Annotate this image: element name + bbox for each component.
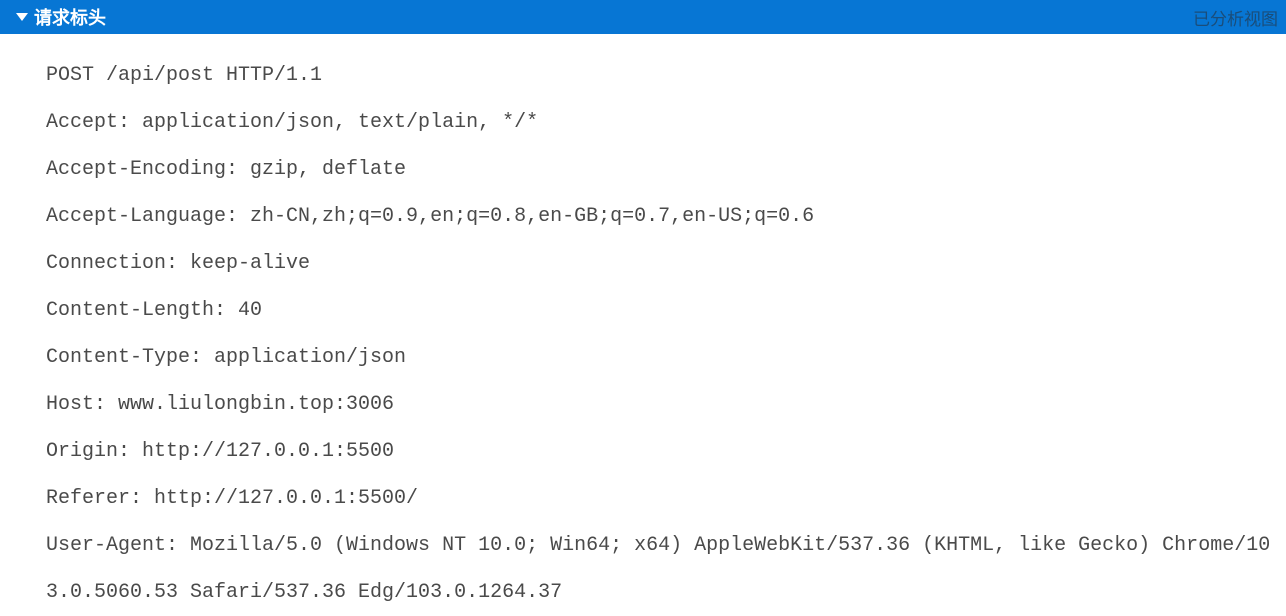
header-row: Host: www.liulongbin.top:3006 <box>46 381 1286 428</box>
section-header[interactable]: 请求标头 已分析视图 <box>0 0 1286 34</box>
header-left: 请求标头 <box>16 4 106 30</box>
collapse-icon[interactable] <box>16 13 28 21</box>
request-line: POST /api/post HTTP/1.1 <box>46 52 1286 99</box>
view-toggle-link[interactable]: 已分析视图 <box>1193 5 1278 30</box>
section-title: 请求标头 <box>34 4 106 30</box>
header-row: Accept-Language: zh-CN,zh;q=0.9,en;q=0.8… <box>46 193 1286 240</box>
header-row: User-Agent: Mozilla/5.0 (Windows NT 10.0… <box>46 522 1286 616</box>
header-row: Accept: application/json, text/plain, */… <box>46 99 1286 146</box>
header-row: Referer: http://127.0.0.1:5500/ <box>46 475 1286 522</box>
header-row: Content-Type: application/json <box>46 334 1286 381</box>
header-row: Content-Length: 40 <box>46 287 1286 334</box>
headers-content: POST /api/post HTTP/1.1 Accept: applicat… <box>0 34 1286 616</box>
header-row: Connection: keep-alive <box>46 240 1286 287</box>
header-row: Accept-Encoding: gzip, deflate <box>46 146 1286 193</box>
header-row: Origin: http://127.0.0.1:5500 <box>46 428 1286 475</box>
